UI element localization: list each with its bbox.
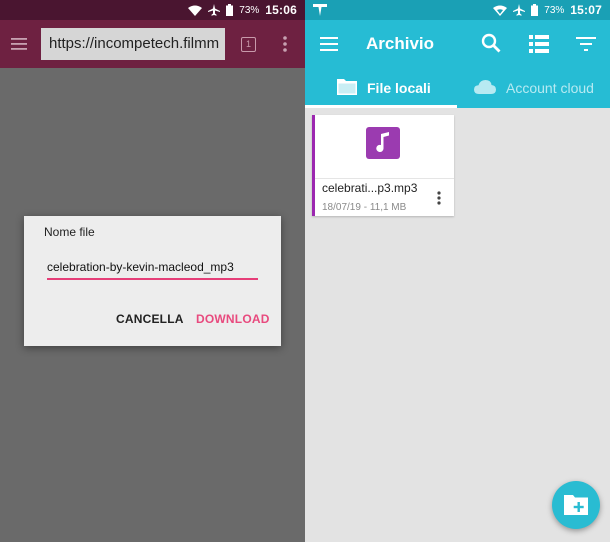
page-title: Archivio [366, 34, 435, 53]
clock: 15:07 [570, 3, 602, 17]
status-bar: 73% 15:07 [305, 0, 610, 20]
card-divider [315, 178, 454, 179]
menu-icon[interactable] [320, 36, 338, 52]
battery-percent: 73% [239, 4, 260, 16]
folder-icon [337, 78, 357, 98]
wifi-icon [493, 5, 508, 16]
clock: 15:06 [265, 3, 297, 17]
list-view-icon[interactable] [529, 35, 549, 53]
tab-indicator [305, 105, 457, 108]
sort-icon[interactable] [576, 36, 596, 52]
battery-icon [226, 4, 234, 16]
battery-percent: 73% [544, 4, 565, 16]
tab-cloud-accounts[interactable]: Account cloud [458, 68, 610, 108]
filename-dialog: Nome file CANCELLA DOWNLOAD [24, 216, 281, 346]
new-folder-button[interactable] [552, 481, 600, 529]
new-folder-icon [564, 494, 588, 520]
tab-cloud-label: Account cloud [506, 80, 594, 96]
search-icon[interactable] [481, 33, 501, 53]
url-bar[interactable]: https://incompetech.filmm [41, 28, 225, 60]
notification-icon [313, 4, 327, 16]
tab-counter[interactable]: 1 [241, 37, 256, 52]
file-type-accent [312, 115, 315, 216]
app-bar: Archivio File locali Account cloud [305, 20, 610, 108]
dialog-title: Nome file [44, 225, 95, 239]
menu-icon[interactable] [10, 35, 28, 53]
browser-toolbar: https://incompetech.filmm 1 [0, 20, 305, 68]
more-vert-icon[interactable] [436, 191, 442, 205]
more-vert-icon[interactable] [280, 35, 290, 53]
airplane-icon [208, 4, 221, 16]
download-button[interactable]: DOWNLOAD [196, 312, 270, 326]
file-name: celebrati...p3.mp3 [322, 181, 418, 195]
filename-input[interactable] [47, 256, 258, 280]
battery-icon [531, 4, 539, 16]
browser-screen: 73% 15:06 https://incompetech.filmm 1 No… [0, 0, 305, 542]
cloud-icon [474, 79, 496, 97]
tab-local-files[interactable]: File locali [305, 68, 457, 108]
cancel-button[interactable]: CANCELLA [116, 312, 184, 326]
wifi-icon [188, 5, 203, 16]
file-card[interactable]: celebrati...p3.mp3 18/07/19 - 11,1 MB [312, 115, 454, 216]
file-manager-screen: 73% 15:07 Archivio File locali Account c… [305, 0, 610, 542]
airplane-icon [513, 4, 526, 16]
music-note-icon [366, 127, 400, 159]
file-meta: 18/07/19 - 11,1 MB [322, 202, 407, 213]
status-bar: 73% 15:06 [0, 0, 305, 20]
tab-local-label: File locali [367, 80, 431, 96]
